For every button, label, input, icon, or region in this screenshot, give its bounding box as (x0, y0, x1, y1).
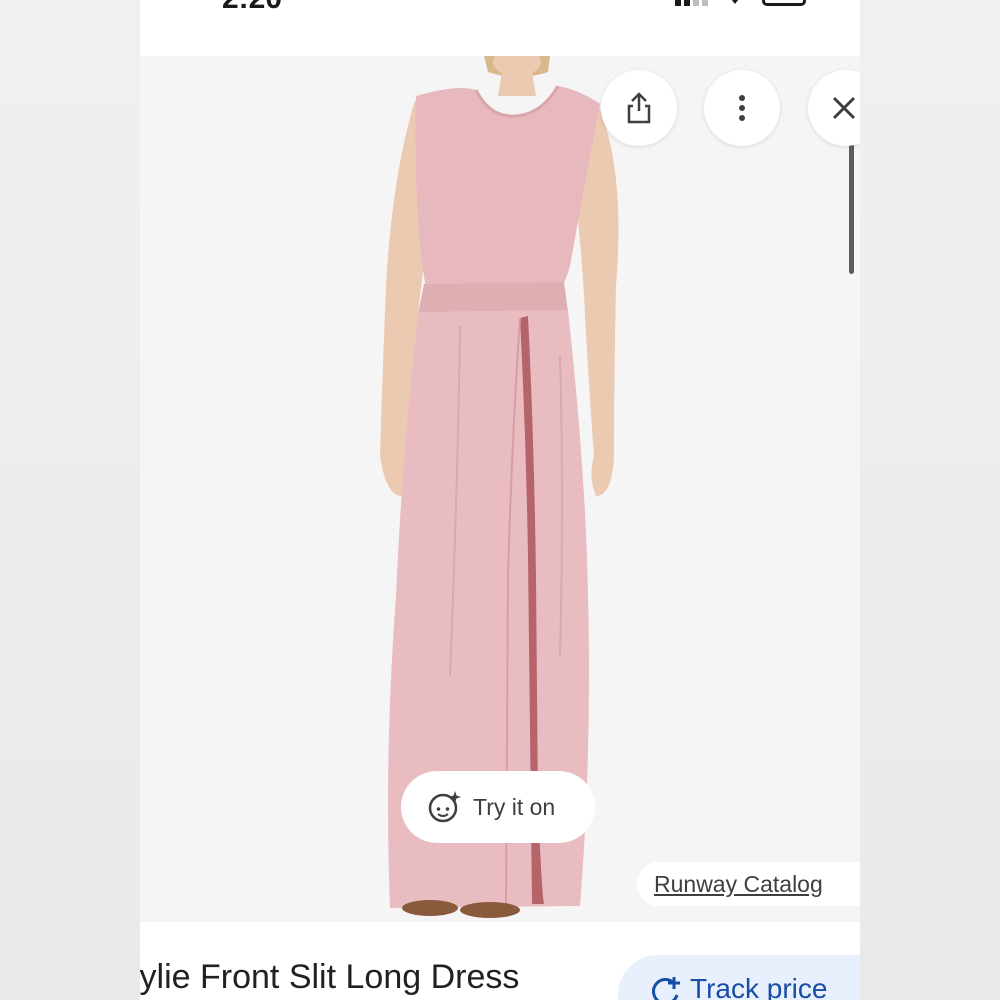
face-sparkle-icon (428, 791, 461, 823)
more-vert-icon (739, 95, 745, 121)
left-margin (0, 0, 140, 1000)
status-bar: 2:20 (140, 0, 860, 56)
close-icon (832, 96, 856, 120)
try-it-on-button[interactable]: Try it on (401, 771, 595, 843)
product-image-viewer[interactable]: Try it on Runway Catalog (140, 56, 860, 922)
status-time: 2:20 (222, 0, 282, 16)
status-icons (675, 0, 806, 6)
phone-screen: 2:20 (140, 0, 860, 1000)
track-price-label: Track price (690, 973, 828, 1000)
source-attribution[interactable]: Runway Catalog (637, 862, 860, 906)
source-link[interactable]: Runway Catalog (654, 871, 823, 898)
wifi-icon (731, 0, 739, 4)
battery-icon (762, 0, 806, 6)
share-icon (627, 92, 651, 124)
price-track-icon (652, 977, 680, 1000)
try-it-on-label: Try it on (473, 793, 556, 820)
more-options-button[interactable] (704, 70, 780, 146)
share-button[interactable] (601, 70, 677, 146)
right-margin (860, 0, 1000, 1000)
track-price-button[interactable]: Track price (618, 955, 860, 1000)
signal-icon (675, 0, 708, 6)
product-title: lylie Front Slit Long Dress (140, 958, 520, 996)
close-button[interactable] (808, 70, 860, 146)
